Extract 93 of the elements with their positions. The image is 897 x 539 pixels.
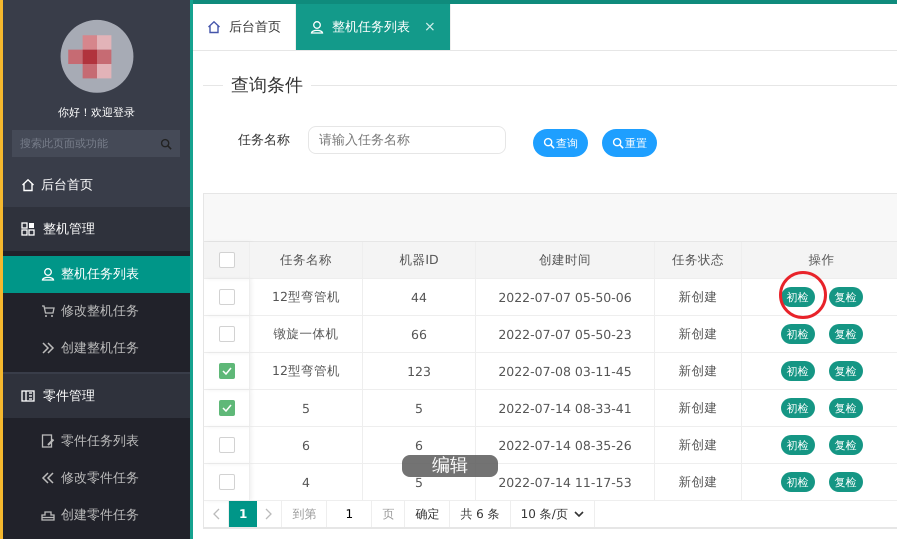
nav-label: 后台首页 (41, 176, 93, 194)
tab-label: 后台首页 (229, 19, 281, 36)
nav-label: 创建整机任务 (61, 340, 139, 358)
first-inspection-button[interactable]: 初检 (780, 324, 814, 344)
home-icon (21, 178, 35, 192)
table-cell: 12型弯管机 (250, 353, 363, 390)
confirm-button[interactable]: 确定 (405, 501, 450, 527)
re-inspection-button[interactable]: 复检 (828, 324, 862, 344)
first-inspection-button[interactable]: 初检 (780, 287, 814, 307)
checkbox[interactable] (218, 289, 234, 305)
nav-group-label: 整机管理 (43, 220, 95, 238)
page-button[interactable]: 1 (229, 501, 258, 527)
nav-group-label: 零件管理 (43, 388, 95, 405)
caret-icon (574, 510, 584, 518)
nav-item[interactable]: 创建整机任务 (3, 330, 190, 367)
nav-item[interactable]: 修改整机任务 (3, 292, 190, 330)
column-header: 任务状态 (655, 242, 742, 279)
first-inspection-button[interactable]: 初检 (780, 361, 814, 381)
search-icon (543, 137, 555, 149)
nav-label: 整机任务列表 (61, 266, 139, 284)
page-size-select[interactable]: 10 条/页 (510, 501, 595, 527)
checkbox[interactable] (218, 252, 234, 268)
column-header: 任务名称 (250, 242, 363, 279)
book-icon (21, 388, 35, 403)
table-cell: 123 (363, 353, 476, 390)
reset-button[interactable]: 重置 (602, 129, 657, 157)
nav-label: 创建零件任务 (61, 507, 139, 524)
table-cell: 44 (363, 279, 476, 316)
nav-item[interactable]: 创建零件任务 (3, 496, 190, 534)
checkbox[interactable] (218, 400, 234, 416)
nav-label: 零件任务列表 (61, 433, 139, 450)
re-inspection-button[interactable]: 复检 (828, 398, 862, 418)
first-inspection-button[interactable]: 初检 (780, 435, 814, 455)
user-icon (310, 20, 324, 34)
table-cell: 5 (363, 390, 476, 427)
check-icon (222, 367, 232, 375)
table-cell: 2022-07-14 08-33-41 (476, 390, 655, 427)
checkbox[interactable] (218, 437, 234, 453)
chevrons-right-icon (41, 341, 55, 356)
table-cell: 2022-07-07 05-50-06 (476, 279, 655, 316)
checkbox[interactable] (218, 326, 234, 342)
table-cell: 新创建 (655, 279, 742, 316)
grid-icon (21, 222, 35, 236)
nav-item[interactable]: 整机任务列表 (3, 256, 190, 293)
table-cell: 新创建 (655, 353, 742, 390)
nav-item[interactable]: 零件任务列表 (3, 422, 190, 460)
task-name-field[interactable]: 请输入任务名称 (308, 126, 506, 154)
table-cell: 镦旋一体机 (250, 316, 363, 353)
tab[interactable]: 整机任务列表 × (296, 4, 451, 50)
re-inspection-button[interactable]: 复检 (828, 472, 862, 492)
user-icon (41, 267, 55, 282)
table-cell: 新创建 (655, 316, 742, 353)
document-edit-icon (41, 434, 55, 448)
table-cell: 5 (250, 390, 363, 427)
cart-icon (41, 304, 55, 318)
chevrons-left-icon (41, 471, 55, 486)
re-inspection-button[interactable]: 复检 (828, 287, 862, 307)
search-button[interactable]: 查询 (533, 129, 588, 157)
table-cell: 12型弯管机 (250, 279, 363, 316)
tab-label: 整机任务列表 (332, 19, 410, 36)
close-icon[interactable]: × (424, 19, 436, 35)
first-inspection-button[interactable]: 初检 (780, 398, 814, 418)
checkbox[interactable] (218, 474, 234, 490)
first-inspection-button[interactable]: 初检 (780, 472, 814, 492)
search-icon (160, 138, 172, 150)
home-icon (207, 20, 221, 34)
tooltip: 编辑 (402, 455, 498, 477)
table-cell: 2022-07-08 03-11-45 (476, 353, 655, 390)
table-cell: 2022-07-07 05-50-23 (476, 316, 655, 353)
check-icon (222, 404, 232, 412)
column-header: 创建时间 (476, 242, 655, 279)
column-header: 操作 (742, 242, 897, 279)
nav-label: 修改整机任务 (61, 303, 139, 320)
table-cell: 新创建 (655, 390, 742, 427)
re-inspection-button[interactable]: 复检 (828, 361, 862, 381)
field-label: 任务名称 (238, 132, 290, 149)
table-cell: 66 (363, 316, 476, 353)
page-unit: 页 (372, 501, 406, 527)
table-cell: 新创建 (655, 427, 742, 464)
nav-item[interactable]: 后台首页 (3, 164, 190, 205)
re-inspection-button[interactable]: 复检 (828, 435, 862, 455)
column-header: 机器ID (363, 242, 476, 279)
section-title: 查询条件 (230, 74, 304, 97)
nav-label: 修改零件任务 (61, 470, 139, 488)
checkbox[interactable] (218, 363, 234, 379)
total-count: 共 6 条 (450, 501, 511, 527)
table-cell: 新创建 (655, 464, 742, 501)
greeting: 你好！欢迎登录 (57, 104, 136, 120)
nav-group[interactable]: 整机管理 (3, 206, 190, 251)
nav-item[interactable]: 修改零件任务 (3, 460, 190, 497)
nav-group[interactable]: 零件管理 (3, 374, 190, 418)
table-cell: 6 (250, 427, 363, 464)
search-icon (612, 137, 624, 149)
